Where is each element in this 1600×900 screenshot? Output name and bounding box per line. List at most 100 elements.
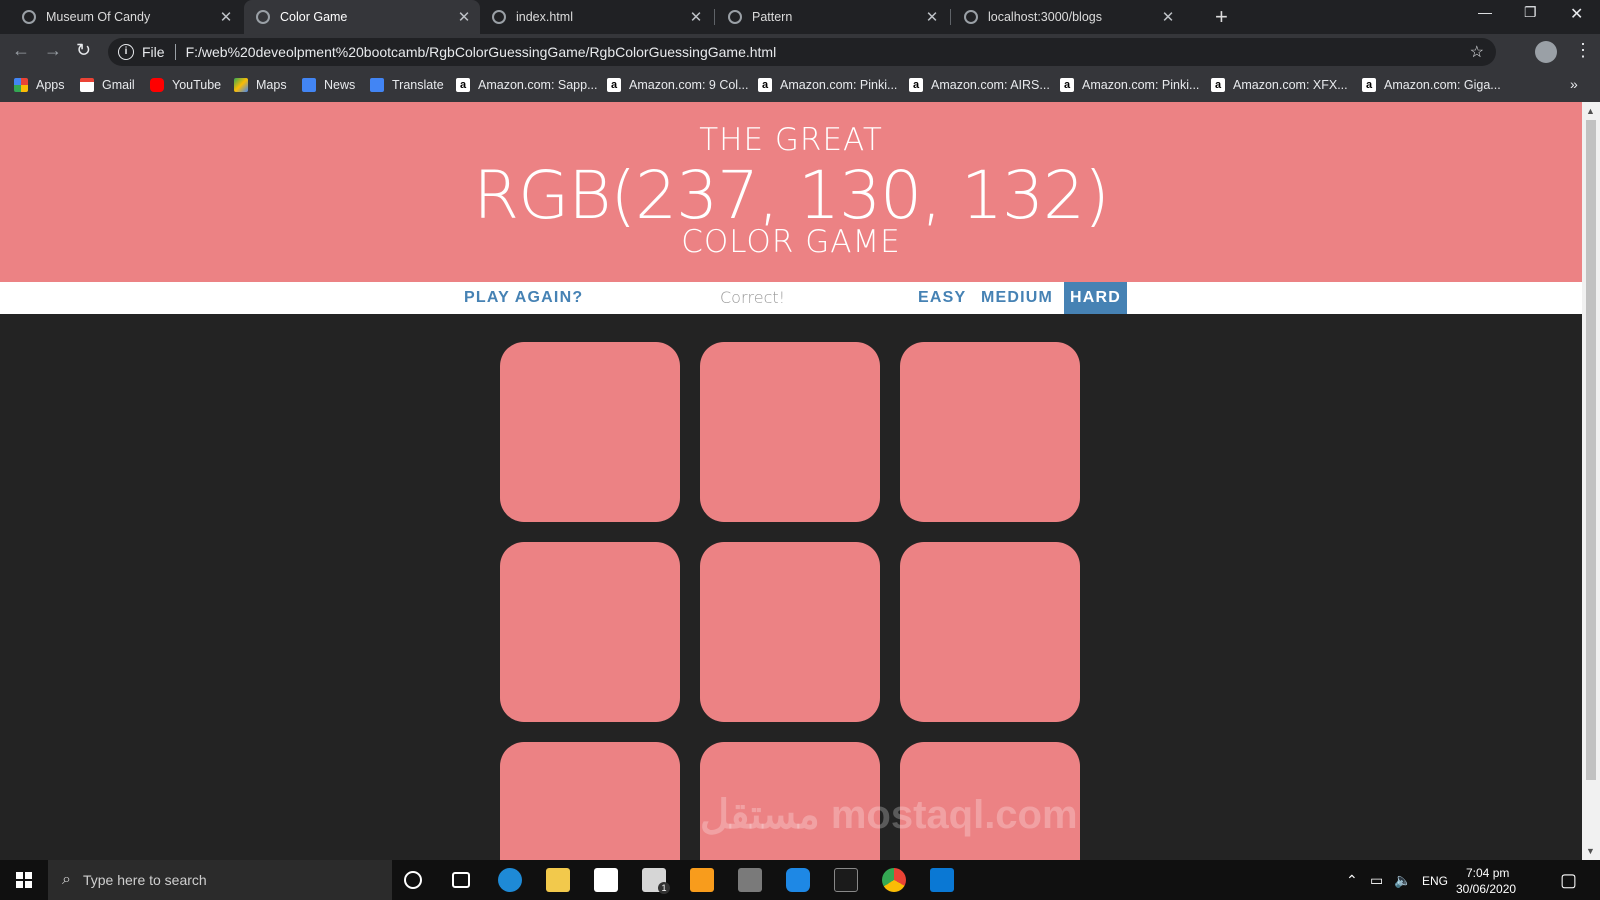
color-square[interactable] (900, 342, 1080, 522)
bookmark-maps[interactable]: Maps (234, 78, 287, 92)
windows-start-icon[interactable] (16, 872, 32, 888)
bookmark-label: Gmail (102, 78, 135, 92)
bookmark-amazon-6[interactable]: a Amazon.com: XFX... (1211, 78, 1348, 92)
bookmark-label: Maps (256, 78, 287, 92)
scroll-up-arrow-icon[interactable]: ▲ (1586, 106, 1595, 116)
gmail-icon (80, 78, 94, 92)
close-tab-icon[interactable]: ✕ (454, 8, 474, 26)
bookmark-amazon-5[interactable]: a Amazon.com: Pinki... (1060, 78, 1199, 92)
close-tab-icon[interactable]: ✕ (686, 8, 706, 26)
back-arrow-icon[interactable]: ← (12, 40, 30, 61)
bookmark-amazon-3[interactable]: a Amazon.com: Pinki... (758, 78, 897, 92)
close-tab-icon[interactable]: ✕ (1158, 8, 1178, 26)
edge-icon[interactable] (498, 868, 522, 892)
translate-icon (370, 78, 384, 92)
bookmark-news[interactable]: News (302, 78, 355, 92)
bookmark-amazon-2[interactable]: a Amazon.com: 9 Col... (607, 78, 749, 92)
reload-icon[interactable]: ↻ (76, 40, 91, 61)
vertical-scrollbar[interactable]: ▲ ▼ (1582, 102, 1600, 860)
network-icon[interactable]: ▭ (1370, 872, 1383, 889)
color-square[interactable] (500, 342, 680, 522)
address-url[interactable]: F:/web%20deveolpment%20bootcamb/RgbColor… (186, 44, 777, 60)
bookmark-label: Amazon.com: XFX... (1233, 78, 1348, 92)
tab-localhost-blogs[interactable]: localhost:3000/blogs ✕ (952, 0, 1184, 34)
scrollbar-thumb[interactable] (1586, 120, 1596, 780)
close-tab-icon[interactable]: ✕ (922, 8, 942, 26)
bookmarks-overflow-icon[interactable]: » (1570, 76, 1578, 92)
bookmark-amazon-7[interactable]: a Amazon.com: Giga... (1362, 78, 1501, 92)
video-editor-icon[interactable] (738, 868, 762, 892)
tab-label: index.html (516, 10, 573, 24)
tab-divider (714, 9, 715, 25)
forward-arrow-icon[interactable]: → (44, 40, 62, 61)
bookmark-star-icon[interactable]: ☆ (1470, 42, 1484, 62)
mail-badge: 1 (658, 882, 670, 894)
bookmark-label: Amazon.com: Pinki... (780, 78, 898, 92)
bookmark-amazon-1[interactable]: a Amazon.com: Sapp... (456, 78, 598, 92)
globe-icon (256, 10, 270, 24)
info-icon[interactable]: i (118, 44, 134, 60)
chrome-icon[interactable] (882, 868, 906, 892)
volume-icon[interactable]: 🔈 (1394, 872, 1411, 889)
tab-label: Color Game (280, 10, 348, 24)
mostaql-watermark: مستقل mostaql.com (700, 793, 1078, 837)
amazon-icon: a (1211, 78, 1225, 92)
clock-date[interactable]: 30/06/2020 (1456, 882, 1516, 896)
color-square[interactable] (700, 342, 880, 522)
color-square[interactable] (500, 542, 680, 722)
search-placeholder: Type here to search (82, 872, 207, 888)
color-square[interactable] (700, 542, 880, 722)
notifications-icon[interactable]: ▢ (1560, 870, 1577, 891)
page-viewport: THE GREAT RGB(237, 130, 132) COLOR GAME … (0, 102, 1582, 860)
play-again-button[interactable]: PLAY AGAIN? (458, 282, 589, 314)
cortana-icon[interactable] (404, 871, 422, 889)
terminal-icon[interactable] (834, 868, 858, 892)
sublime-text-icon[interactable] (690, 868, 714, 892)
store-icon[interactable] (594, 868, 618, 892)
restore-icon[interactable]: ❐ (1524, 4, 1537, 21)
amazon-icon: a (1060, 78, 1074, 92)
address-bar[interactable]: i File F:/web%20deveolpment%20bootcamb/R… (108, 38, 1496, 66)
amazon-icon: a (909, 78, 923, 92)
input-language[interactable]: ENG (1422, 874, 1448, 888)
bookmark-label: Amazon.com: Giga... (1384, 78, 1501, 92)
color-square[interactable] (500, 742, 680, 860)
youtube-icon (150, 78, 164, 92)
vscode-icon[interactable] (930, 868, 954, 892)
tab-color-game[interactable]: Color Game ✕ (244, 0, 480, 34)
close-tab-icon[interactable]: ✕ (216, 8, 236, 26)
game-header: THE GREAT RGB(237, 130, 132) COLOR GAME (0, 102, 1582, 282)
color-square[interactable] (900, 542, 1080, 722)
tab-pattern[interactable]: Pattern ✕ (716, 0, 948, 34)
bookmark-label: YouTube (172, 78, 222, 92)
security-shield-icon[interactable] (786, 868, 810, 892)
taskbar-search-box[interactable]: ⌕ Type here to search (48, 860, 392, 900)
mode-easy-button[interactable]: EASY (912, 282, 972, 314)
globe-icon (492, 10, 506, 24)
kebab-menu-icon[interactable]: ⋮ (1574, 40, 1592, 61)
bookmark-apps[interactable]: Apps (14, 78, 65, 92)
minimize-icon[interactable]: — (1478, 4, 1492, 20)
show-hidden-icons-chevron-icon[interactable]: ⌃ (1346, 872, 1358, 889)
task-view-icon[interactable] (452, 872, 470, 888)
clock-time[interactable]: 7:04 pm (1466, 866, 1509, 880)
scroll-down-arrow-icon[interactable]: ▼ (1586, 846, 1595, 856)
amazon-icon: a (758, 78, 772, 92)
mode-medium-button[interactable]: MEDIUM (975, 282, 1059, 314)
tab-index-html[interactable]: index.html ✕ (480, 0, 712, 34)
close-window-icon[interactable]: ✕ (1570, 4, 1583, 24)
bookmark-gmail[interactable]: Gmail (80, 78, 135, 92)
tab-strip: Museum Of Candy ✕ Color Game ✕ index.htm… (0, 0, 1600, 34)
new-tab-button[interactable]: + (1215, 4, 1228, 30)
profile-avatar[interactable] (1535, 41, 1557, 63)
bookmark-amazon-4[interactable]: a Amazon.com: AIRS... (909, 78, 1050, 92)
tab-museum-of-candy[interactable]: Museum Of Candy ✕ (10, 0, 242, 34)
bookmark-label: Amazon.com: Sapp... (478, 78, 598, 92)
bookmark-youtube[interactable]: YouTube (150, 78, 221, 92)
bookmark-label: Amazon.com: Pinki... (1082, 78, 1200, 92)
bookmark-translate[interactable]: Translate (370, 78, 444, 92)
amazon-icon: a (607, 78, 621, 92)
mode-hard-button[interactable]: HARD (1064, 282, 1128, 314)
file-explorer-icon[interactable] (546, 868, 570, 892)
globe-icon (728, 10, 742, 24)
